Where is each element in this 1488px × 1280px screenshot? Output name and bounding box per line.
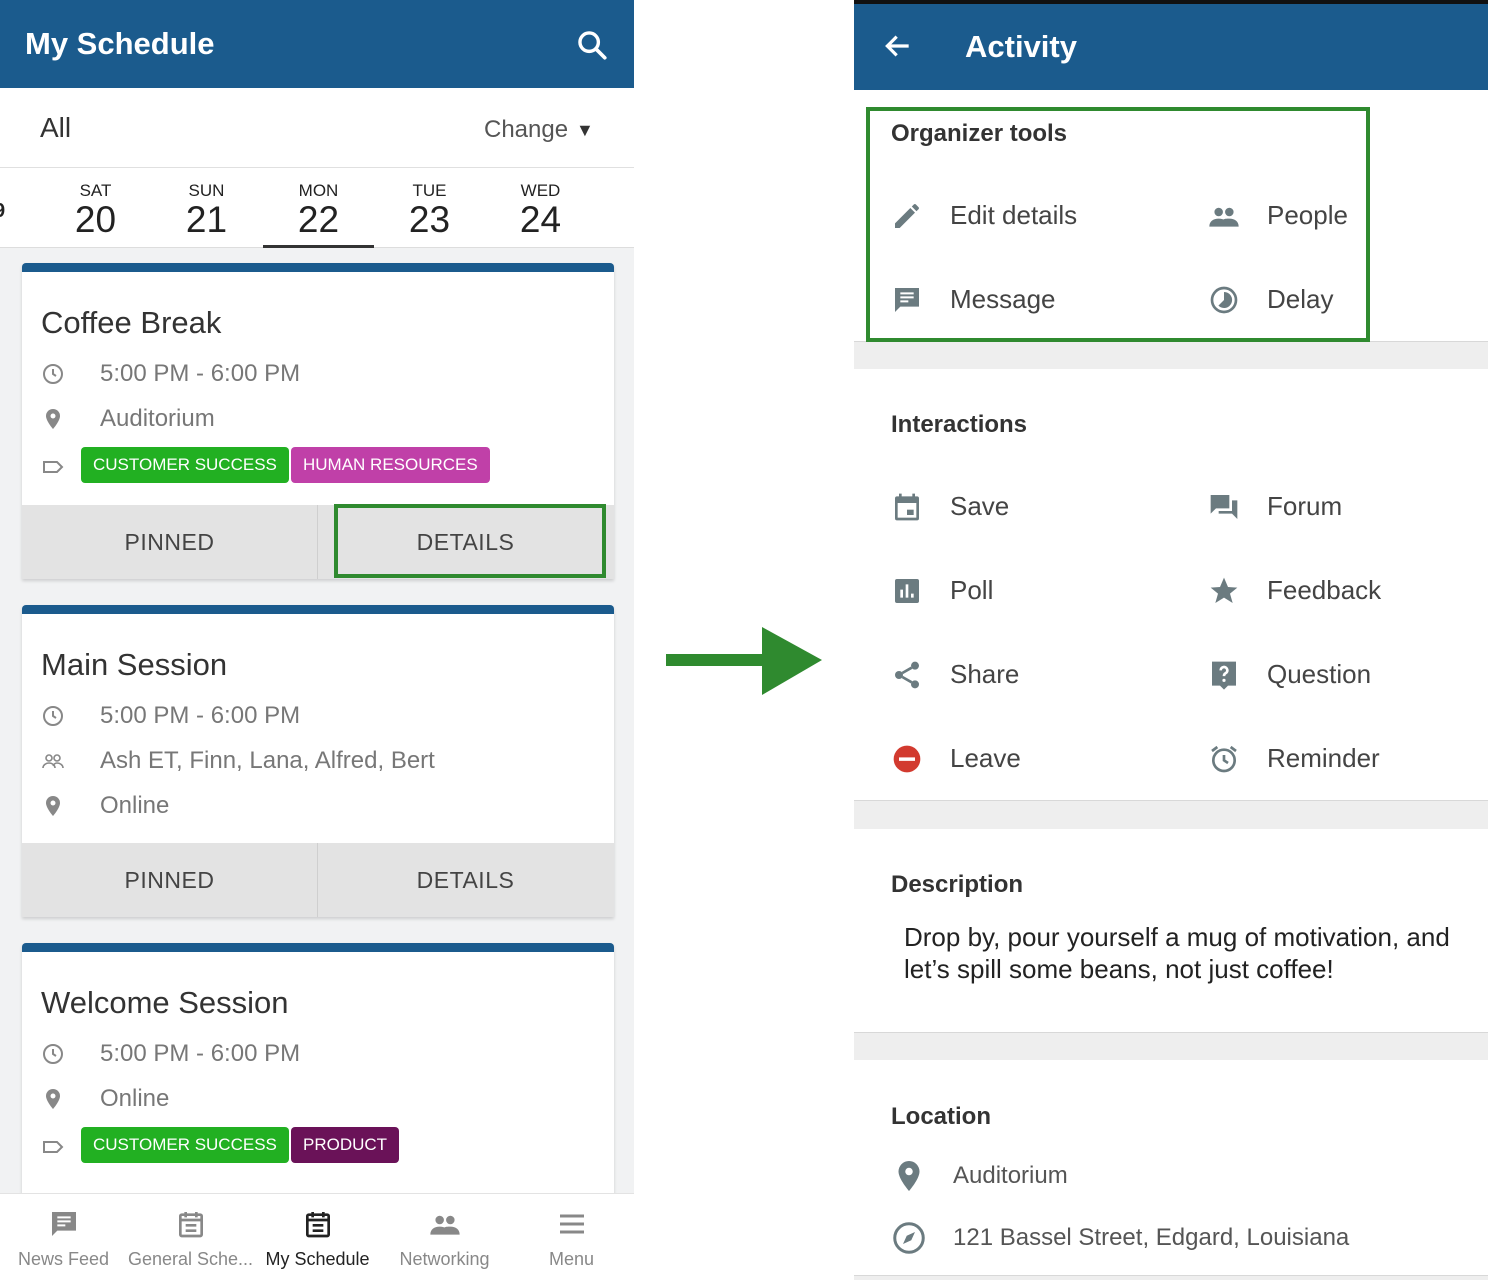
nav-networking[interactable]: Networking [381, 1194, 508, 1280]
hamburger-menu-icon [560, 1214, 584, 1234]
organizer-tools-highlight [866, 107, 1370, 342]
share-icon [895, 661, 919, 689]
calendar-event-icon [895, 493, 919, 521]
day-tab-tue[interactable]: TUE 23 [374, 168, 485, 248]
compass-icon [893, 1222, 925, 1254]
day-tab-wed[interactable]: WED 24 [485, 168, 596, 248]
section-heading: Description [891, 871, 1024, 898]
session-title: Coffee Break [41, 305, 222, 340]
description-section: Description Drop by, pour yourself a mug… [854, 829, 1488, 1033]
location-pin-icon [898, 1161, 920, 1191]
details-highlight [334, 504, 606, 578]
clock-icon [43, 364, 63, 384]
location-section: Location Auditorium 121 Bassel Street, E… [854, 1060, 1488, 1276]
activity-screen: Activity Organizer tools Edit details Pe… [854, 0, 1488, 1280]
nav-menu[interactable]: Menu [508, 1194, 634, 1280]
filter-bar: All Change ▼ [0, 88, 634, 168]
page-title: My Schedule [25, 26, 215, 61]
people-icon [430, 1215, 460, 1235]
pinned-button[interactable]: PINNED [22, 505, 317, 579]
calendar-list-icon [179, 1212, 203, 1238]
interactions-section: Interactions Save Forum Poll Feedback Sh… [854, 369, 1488, 801]
page-title: Activity [965, 29, 1077, 64]
app-bar: Activity [854, 0, 1488, 90]
remove-circle-icon [893, 745, 921, 773]
filter-label: All [40, 112, 72, 143]
nav-news-feed[interactable]: News Feed [0, 1194, 127, 1280]
tag-product: PRODUCT [291, 1127, 400, 1163]
app-bar: My Schedule [0, 0, 634, 88]
change-filter-button[interactable]: Change [484, 116, 568, 144]
label-icon [43, 1141, 64, 1153]
location-pin-icon [46, 1089, 60, 1109]
people-icon [42, 754, 64, 769]
schedule-screen: My Schedule All Change ▼ 9 SAT 20 SUN 21… [0, 0, 634, 1280]
transition-arrow-icon [666, 627, 822, 695]
tag-human-resources: HUMAN RESOURCES [291, 447, 490, 483]
location-pin-icon [46, 796, 60, 816]
forum-icon [1210, 495, 1238, 519]
nav-my-schedule[interactable]: My Schedule [254, 1194, 381, 1280]
pinned-button[interactable]: PINNED [22, 843, 317, 917]
section-heading: Location [891, 1103, 991, 1130]
section-heading: Interactions [891, 411, 1028, 438]
nav-general-schedule[interactable]: General Sche... [127, 1194, 254, 1280]
day-tab-mon[interactable]: MON 22 [263, 168, 374, 248]
session-title: Main Session [41, 647, 228, 682]
caret-down-icon[interactable]: ▼ [576, 120, 594, 141]
session-tags: CUSTOMER SUCCESS PRODUCT [41, 1127, 601, 1167]
session-card[interactable]: Welcome Session 5:00 PM - 6:00 PM Online… [22, 943, 614, 1203]
day-selector: 9 SAT 20 SUN 21 MON 22 TUE 23 WED 24 [0, 168, 634, 248]
search-icon[interactable] [575, 28, 609, 62]
back-arrow-icon[interactable] [882, 30, 914, 62]
poll-icon [895, 579, 919, 603]
tag-customer-success: CUSTOMER SUCCESS [81, 447, 289, 483]
card-actions: PINNED DETAILS [22, 843, 614, 917]
description-text: Drop by, pour yourself a mug of motivati… [904, 922, 1450, 984]
location-pin-icon [46, 409, 60, 429]
session-tags: CUSTOMER SUCCESS HUMAN RESOURCES [41, 447, 601, 487]
details-button[interactable]: DETAILS [318, 843, 613, 917]
star-icon [1210, 577, 1238, 603]
session-title: Welcome Session [41, 985, 289, 1020]
question-icon [1212, 661, 1236, 690]
clock-icon [43, 706, 63, 726]
clock-icon [43, 1044, 63, 1064]
bottom-navigation: News Feed General Sche... My Schedule Ne… [0, 1193, 634, 1280]
tag-customer-success: CUSTOMER SUCCESS [81, 1127, 289, 1163]
label-icon [43, 461, 64, 473]
calendar-list-icon [306, 1212, 330, 1238]
day-tab-sun[interactable]: SUN 21 [151, 168, 262, 248]
alarm-icon [1211, 745, 1237, 773]
news-feed-icon [52, 1212, 76, 1236]
day-tab-sat[interactable]: SAT 20 [40, 168, 151, 248]
session-card[interactable]: Main Session 5:00 PM - 6:00 PM Ash ET, F… [22, 605, 614, 917]
prev-day-edge: 9 [0, 200, 5, 223]
